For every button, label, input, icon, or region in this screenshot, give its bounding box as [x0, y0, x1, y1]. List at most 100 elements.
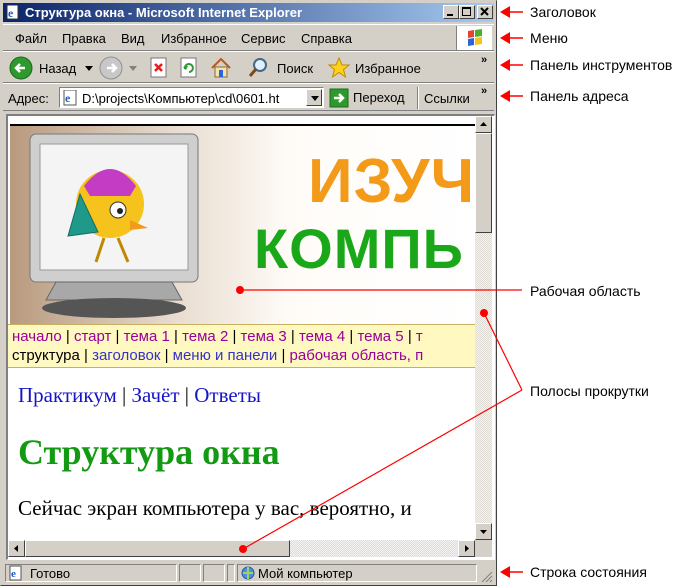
- close-icon: [480, 7, 489, 16]
- refresh-button[interactable]: [179, 55, 201, 81]
- windows-logo: [456, 26, 492, 50]
- menu-edit[interactable]: Правка: [62, 31, 106, 46]
- scroll-down-button[interactable]: [475, 523, 492, 540]
- arrow-up-icon: [480, 122, 487, 126]
- horizontal-scroll-thumb[interactable]: [25, 540, 290, 557]
- address-value: D:\projects\Компьютер\cd\0601.ht: [82, 91, 280, 106]
- menu-bar: Файл Правка Вид Избранное Сервис Справка: [3, 24, 494, 51]
- address-dropdown-button[interactable]: [306, 89, 322, 106]
- status-text: Готово: [30, 566, 71, 581]
- callout-menu: Меню: [530, 30, 568, 46]
- svg-text:e: e: [65, 91, 71, 105]
- page-banner: ИЗУЧА КОМПЬ: [10, 124, 475, 324]
- favorites-button[interactable]: Избранное: [327, 55, 431, 81]
- callout-workspace: Рабочая область: [530, 283, 641, 299]
- callout-scrollbars: Полосы прокрутки: [530, 383, 649, 399]
- home-button[interactable]: [209, 55, 235, 81]
- callout-address: Панель адреса: [530, 88, 629, 104]
- address-label: Адрес:: [8, 91, 49, 106]
- minimize-icon: [447, 14, 453, 16]
- home-icon: [211, 57, 231, 78]
- scroll-up-button[interactable]: [475, 116, 492, 133]
- status-cell: [203, 564, 225, 582]
- page-heading: Структура окна: [18, 432, 280, 472]
- page-content[interactable]: ИЗУЧА КОМПЬ начало | старт | тема 1 | те…: [8, 116, 475, 540]
- menu-view[interactable]: Вид: [121, 31, 145, 46]
- standard-toolbar: Назад Поиск Избранное »: [3, 51, 494, 83]
- favorites-label: Избранное: [355, 61, 421, 76]
- maximize-button[interactable]: [459, 5, 475, 19]
- dropdown-arrow-icon: [311, 96, 319, 101]
- links-button[interactable]: Ссылки: [424, 91, 470, 106]
- monitor-illustration: [29, 133, 199, 318]
- horizontal-scrollbar[interactable]: [8, 540, 475, 557]
- scroll-left-button[interactable]: [8, 540, 25, 557]
- stop-button[interactable]: [149, 55, 171, 81]
- stop-icon: [150, 57, 167, 78]
- banner-title-line2: КОМПЬ: [254, 217, 464, 280]
- status-bar: e Готово Мой компьютер: [3, 562, 494, 584]
- title-bar[interactable]: e Структура окна - Microsoft Internet Ex…: [3, 3, 494, 22]
- my-computer-icon: [241, 566, 255, 580]
- ie-page-icon: e: [6, 5, 19, 20]
- resize-grip-icon[interactable]: [481, 571, 493, 583]
- topic-nav-row2: структура | заголовок | меню и панели | …: [12, 347, 424, 364]
- annotation-arrows: [500, 6, 523, 578]
- nav-link[interactable]: меню и панели: [173, 347, 278, 364]
- nav-link[interactable]: тема 2: [182, 328, 228, 345]
- address-chevron-icon[interactable]: »: [481, 85, 487, 97]
- status-cell: [227, 564, 235, 582]
- toolbar-separator: [417, 87, 419, 109]
- nav-link[interactable]: рабочая область, п: [290, 347, 424, 364]
- vertical-scroll-thumb[interactable]: [475, 133, 492, 233]
- go-arrow-icon: [329, 88, 349, 108]
- toolbar-chevron-icon[interactable]: »: [481, 54, 487, 66]
- search-icon: [248, 58, 267, 77]
- forward-button[interactable]: [99, 55, 143, 81]
- ie-page-icon: e: [9, 565, 22, 581]
- test-link[interactable]: Зачёт: [131, 383, 179, 407]
- banner-title-line1: ИЗУЧА: [308, 147, 475, 216]
- nav-link[interactable]: тема 5: [357, 328, 403, 345]
- nav-link[interactable]: тема 4: [299, 328, 345, 345]
- nav-link[interactable]: заголовок: [92, 347, 160, 364]
- arrow-left-icon: [14, 545, 18, 552]
- nav-link[interactable]: начало: [12, 328, 62, 345]
- answers-link[interactable]: Ответы: [194, 383, 261, 407]
- dropdown-arrow-icon: [85, 66, 93, 71]
- callout-toolbar: Панель инструментов: [530, 57, 673, 73]
- menu-favorites[interactable]: Избранное: [161, 31, 227, 46]
- maximize-icon: [462, 7, 471, 16]
- nav-link[interactable]: старт: [74, 328, 111, 345]
- status-zone-cell: Мой компьютер: [237, 564, 477, 582]
- nav-link[interactable]: т: [416, 328, 423, 345]
- close-button[interactable]: [477, 5, 493, 19]
- dropdown-arrow-icon: [129, 66, 137, 71]
- scroll-right-button[interactable]: [458, 540, 475, 557]
- back-button[interactable]: Назад: [9, 55, 95, 81]
- search-label: Поиск: [277, 61, 314, 76]
- nav-link[interactable]: тема 3: [241, 328, 287, 345]
- content-viewport: ИЗУЧА КОМПЬ начало | старт | тема 1 | те…: [6, 114, 495, 560]
- vertical-scrollbar[interactable]: [475, 116, 492, 540]
- scrollbar-corner: [475, 540, 492, 557]
- forward-arrow-icon: [99, 56, 123, 80]
- address-input[interactable]: e D:\projects\Компьютер\cd\0601.ht: [59, 87, 324, 108]
- practicum-link[interactable]: Практикум: [18, 383, 117, 407]
- status-main-cell: e Готово: [5, 564, 177, 582]
- arrow-right-icon: [465, 545, 469, 552]
- back-arrow-icon: [9, 56, 33, 80]
- page-paragraph: Сейчас экран компьютера у вас, вероятно,…: [18, 496, 412, 520]
- nav-current: структура: [12, 347, 80, 364]
- address-bar: Адрес: e D:\projects\Компьютер\cd\0601.h…: [3, 83, 494, 111]
- arrow-down-icon: [480, 530, 487, 534]
- callout-title: Заголовок: [530, 4, 596, 20]
- refresh-icon: [180, 57, 197, 78]
- svg-text:e: e: [11, 568, 16, 580]
- menu-tools[interactable]: Сервис: [241, 31, 286, 46]
- menu-help[interactable]: Справка: [301, 31, 352, 46]
- minimize-button[interactable]: [443, 5, 459, 19]
- nav-link[interactable]: тема 1: [124, 328, 170, 345]
- search-button[interactable]: Поиск: [247, 55, 319, 81]
- menu-file[interactable]: Файл: [15, 31, 47, 46]
